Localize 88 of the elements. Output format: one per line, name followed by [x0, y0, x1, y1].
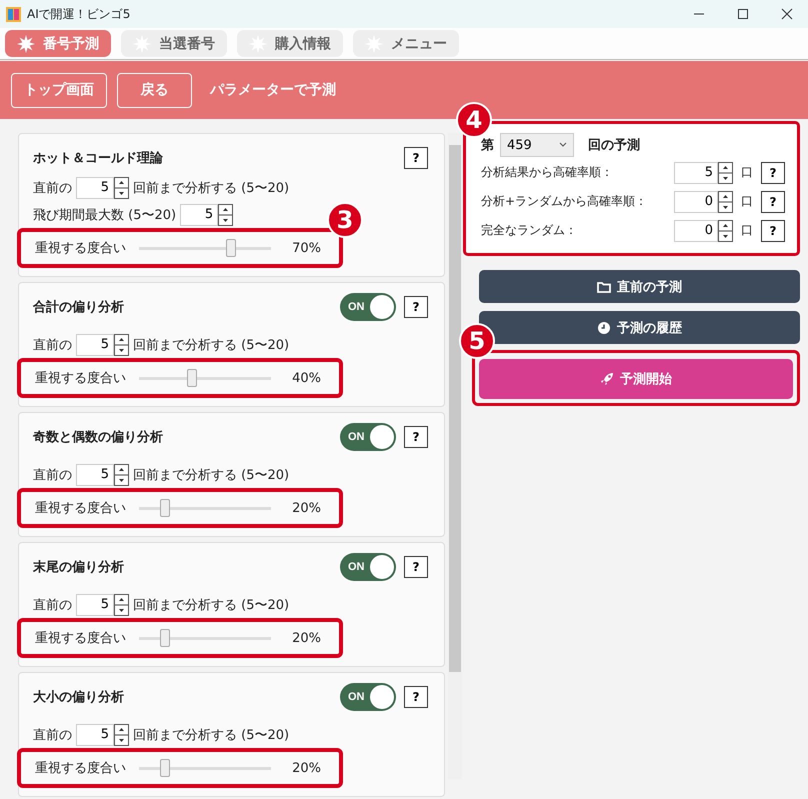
field-label: 分析結果から高確率順： — [481, 164, 614, 181]
field-label: 分析+ランダムから高確率順： — [481, 193, 648, 210]
help-button[interactable]: ? — [404, 147, 428, 169]
slider-label: 重視する度合い — [35, 630, 127, 647]
slider-thumb[interactable] — [160, 498, 170, 516]
slider-value: 40% — [291, 370, 321, 386]
scrollbar-thumb[interactable] — [449, 145, 461, 672]
slider-thumb[interactable] — [160, 628, 170, 646]
number-field[interactable]: 5 — [180, 204, 218, 226]
help-button[interactable]: ? — [404, 686, 428, 708]
number-field[interactable]: 5 — [76, 176, 114, 198]
toggle-switch[interactable]: ON — [340, 293, 396, 321]
spin-arrows-icon[interactable] — [114, 464, 129, 486]
tab[interactable]: メニュー — [353, 30, 459, 57]
slider-value: 20% — [291, 760, 321, 776]
toggle-switch[interactable]: ON — [340, 423, 396, 451]
unit-label: 口 — [741, 222, 753, 239]
unit-label: 口 — [741, 164, 753, 181]
spin-arrows-icon[interactable] — [218, 204, 234, 226]
callout-number: 3 — [327, 202, 363, 238]
toggle-switch[interactable]: ON — [340, 553, 396, 581]
tab[interactable]: 当選番号 — [121, 30, 227, 57]
help-button[interactable]: ? — [404, 296, 428, 318]
slider-value: 70% — [291, 240, 321, 256]
number-field[interactable]: 0 — [674, 220, 718, 242]
field-label: 回前まで分析する (5〜20) — [133, 726, 290, 744]
spin-arrows-icon[interactable] — [114, 176, 129, 198]
slider-thumb[interactable] — [186, 368, 197, 386]
card-title: 合計の偏り分析 — [33, 298, 125, 316]
number-field[interactable]: 5 — [76, 594, 114, 616]
callout-number: 5 — [459, 323, 495, 359]
spin-arrows-icon[interactable] — [718, 190, 733, 212]
spin-arrows-icon[interactable] — [718, 220, 733, 242]
field-label: 第 — [481, 137, 494, 154]
draw-dropdown[interactable]: 459 — [500, 133, 574, 157]
field-label: 飛び期間最大数 (5〜20) — [33, 206, 176, 224]
card-title: 奇数と偶数の偏り分析 — [33, 429, 164, 446]
help-button[interactable]: ? — [761, 190, 785, 212]
app-logo-icon — [6, 6, 21, 22]
field-label: 直前の — [33, 180, 72, 196]
field-label: 直前の — [33, 336, 72, 354]
field-label: 回前まで分析する (5〜20) — [133, 180, 290, 196]
field-label: 回の予測 — [588, 137, 640, 154]
field-label: 直前の — [33, 466, 72, 484]
slider-value: 20% — [291, 500, 321, 516]
number-field[interactable]: 5 — [674, 162, 718, 184]
field-label: 回前まで分析する (5〜20) — [133, 336, 290, 354]
action-button[interactable]: 直前の予測 — [479, 270, 800, 303]
start-button[interactable]: 予測開始 — [479, 359, 793, 399]
slider-thumb[interactable] — [160, 758, 170, 776]
close-icon[interactable] — [780, 7, 794, 21]
window-title: AIで開運！ビンゴ5 — [27, 6, 132, 22]
field-label: 完全なランダム： — [481, 222, 578, 239]
field-label: 直前の — [33, 596, 72, 614]
help-button[interactable]: ? — [404, 556, 428, 578]
help-button[interactable]: ? — [761, 162, 785, 184]
rocket-icon — [600, 372, 614, 386]
unit-label: 口 — [741, 193, 753, 210]
page-title: パラメーターで予測 — [210, 81, 336, 99]
spin-arrows-icon[interactable] — [718, 162, 733, 184]
toggle-switch[interactable]: ON — [340, 683, 396, 711]
clock-icon — [597, 320, 611, 334]
spin-arrows-icon[interactable] — [114, 724, 129, 746]
slider-label: 重視する度合い — [35, 370, 127, 387]
field-label: 回前まで分析する (5〜20) — [133, 466, 290, 484]
spin-arrows-icon[interactable] — [114, 594, 129, 616]
slider-value: 20% — [291, 630, 321, 646]
slider-label: 重視する度合い — [35, 500, 127, 517]
help-button[interactable]: ? — [761, 220, 785, 242]
card-title: ホット＆コールド理論 — [33, 150, 164, 167]
folder-icon — [597, 280, 611, 294]
starburst-icon — [17, 34, 35, 52]
maximize-icon[interactable] — [736, 7, 750, 21]
number-field[interactable]: 0 — [674, 190, 718, 212]
card-title: 大小の偏り分析 — [33, 689, 125, 706]
spin-arrows-icon[interactable] — [114, 334, 129, 356]
tab[interactable]: 購入情報 — [237, 30, 343, 57]
field-label: 直前の — [33, 726, 72, 744]
chevron-down-icon — [559, 142, 567, 148]
help-button[interactable]: ? — [404, 426, 428, 448]
slider-thumb[interactable] — [226, 238, 236, 256]
number-field[interactable]: 5 — [76, 334, 114, 356]
card-title: 末尾の偏り分析 — [33, 559, 125, 576]
slider-label: 重視する度合い — [35, 240, 127, 257]
field-label: 回前まで分析する (5〜20) — [133, 596, 290, 614]
slider-label: 重視する度合い — [35, 760, 127, 777]
number-field[interactable]: 5 — [76, 464, 114, 486]
number-field[interactable]: 5 — [76, 724, 114, 746]
